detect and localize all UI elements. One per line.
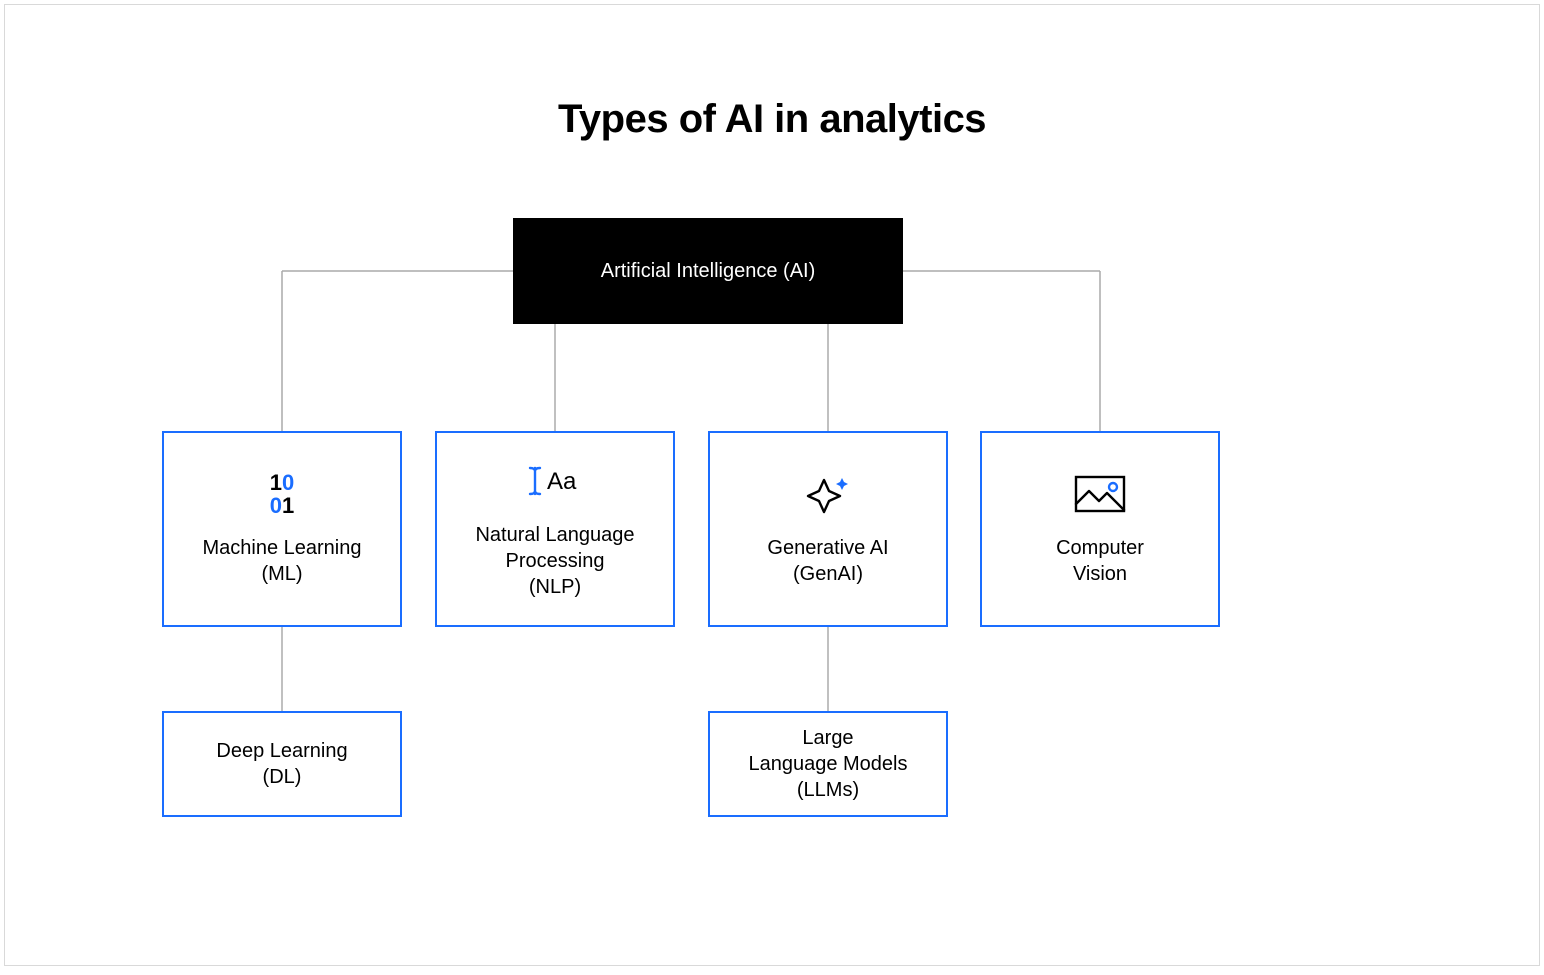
node-machine-learning: 10 01 Machine Learning (ML) [162, 431, 402, 627]
root-node-ai: Artificial Intelligence (AI) [513, 218, 903, 324]
svg-text:Aa: Aa [547, 468, 577, 495]
node-label: Generative AI (GenAI) [767, 535, 888, 587]
root-label: Artificial Intelligence (AI) [601, 260, 816, 283]
node-label: Natural Language Processing (NLP) [475, 522, 634, 600]
node-nlp: Aa Natural Language Processing (NLP) [435, 431, 675, 627]
node-label: Deep Learning (DL) [216, 738, 347, 790]
image-icon [1073, 471, 1127, 517]
node-label: Computer Vision [1056, 535, 1144, 587]
binary-icon: 10 01 [270, 471, 295, 517]
node-deep-learning: Deep Learning (DL) [162, 711, 402, 817]
node-label: Large Language Models (LLMs) [748, 725, 907, 803]
sparkle-icon [804, 471, 852, 517]
node-computer-vision: Computer Vision [980, 431, 1220, 627]
diagram-title: Types of AI in analytics [5, 97, 1539, 142]
node-llms: Large Language Models (LLMs) [708, 711, 948, 817]
text-cursor-icon: Aa [525, 458, 585, 504]
node-genai: Generative AI (GenAI) [708, 431, 948, 627]
node-label: Machine Learning (ML) [203, 535, 362, 587]
diagram-frame: Types of AI in analytics Artificial Inte… [4, 4, 1540, 966]
